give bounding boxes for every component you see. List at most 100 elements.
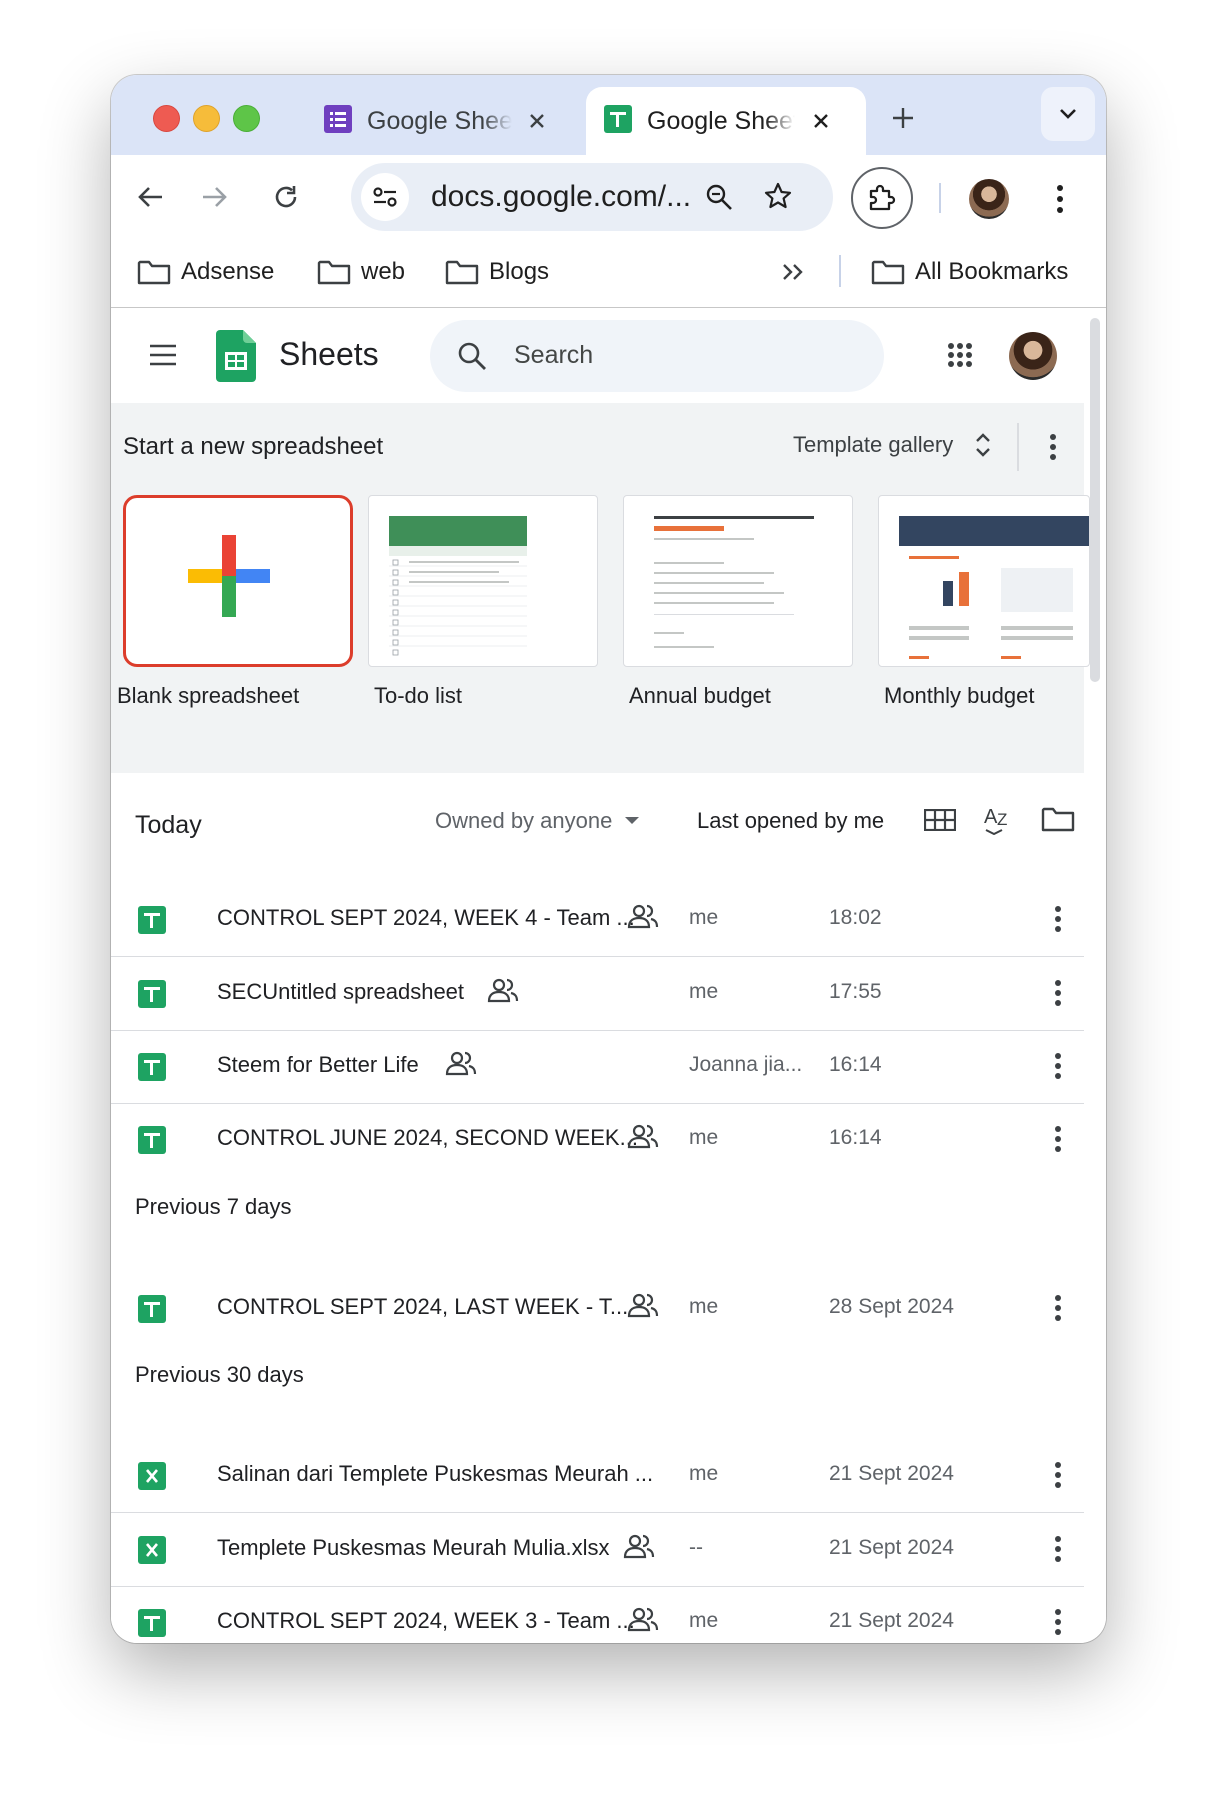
google-sheets-file-icon — [138, 1126, 166, 1154]
close-tab-icon[interactable] — [807, 107, 835, 135]
section-previous-30-days: Previous 30 days — [135, 1362, 304, 1387]
sheets-logo-icon — [214, 330, 258, 382]
file-row[interactable]: CONTROL SEPT 2024, WEEK 3 - Team ... me … — [111, 1586, 1084, 1643]
owned-by-dropdown[interactable]: Owned by anyone — [435, 808, 640, 834]
file-more-icon[interactable] — [1043, 1121, 1073, 1157]
all-bookmarks-button[interactable]: All Bookmarks — [871, 251, 1068, 293]
folder-icon — [871, 260, 905, 285]
file-more-icon[interactable] — [1043, 975, 1073, 1011]
shared-people-icon — [623, 1533, 655, 1564]
tab-search-button[interactable] — [1041, 87, 1095, 141]
file-name: Steem for Better Life — [217, 1052, 419, 1077]
google-sheets-file-icon — [138, 906, 166, 934]
more-bookmarks-chevron-icon[interactable] — [777, 257, 809, 287]
file-name: CONTROL SEPT 2024, WEEK 4 - Team ... — [217, 905, 635, 930]
minimize-window-button[interactable] — [193, 105, 220, 132]
google-apps-icon[interactable] — [943, 338, 977, 372]
template-monthly-budget[interactable] — [878, 495, 1090, 667]
file-name: CONTROL SEPT 2024, LAST WEEK - T... — [217, 1294, 629, 1319]
template-label: Annual budget — [629, 683, 771, 708]
bookmark-folder-web[interactable]: web — [317, 251, 405, 293]
bookmark-label: web — [361, 258, 406, 285]
page-scrollbar[interactable] — [1090, 318, 1100, 682]
file-owner: me — [689, 980, 719, 1003]
file-last-opened: 28 Sept 2024 — [829, 1295, 954, 1318]
bookmark-star-icon[interactable] — [761, 179, 795, 213]
close-tab-icon[interactable] — [524, 107, 551, 135]
zoom-icon[interactable] — [703, 181, 735, 213]
file-more-icon[interactable] — [1043, 901, 1073, 937]
template-gallery-button[interactable]: Template gallery — [793, 431, 993, 459]
excel-file-icon — [138, 1536, 166, 1564]
tab-google-sheets-1[interactable]: Google Sheets — [306, 87, 551, 155]
file-name: SECUntitled spreadsheet — [217, 979, 465, 1004]
file-owner: -- — [689, 1536, 703, 1559]
close-window-button[interactable] — [153, 105, 180, 132]
file-last-opened: 21 Sept 2024 — [829, 1536, 954, 1559]
file-last-opened: 21 Sept 2024 — [829, 1462, 954, 1485]
file-row[interactable]: Steem for Better Life Joanna jia... 16:1… — [111, 1030, 1084, 1104]
template-annual-budget[interactable] — [623, 495, 853, 667]
extensions-button[interactable] — [851, 167, 913, 229]
new-tab-button[interactable] — [886, 101, 920, 135]
file-row[interactable]: CONTROL JUNE 2024, SECOND WEEK... me 16:… — [111, 1103, 1084, 1176]
bookmark-label: Adsense — [181, 258, 275, 285]
shared-people-icon — [627, 1123, 659, 1154]
profile-avatar[interactable] — [969, 179, 1009, 219]
grid-view-icon[interactable] — [923, 805, 957, 835]
section-previous-7-days: Previous 7 days — [135, 1194, 292, 1219]
back-button[interactable] — [133, 179, 169, 215]
shared-people-icon — [627, 1606, 659, 1637]
account-avatar[interactable] — [1009, 332, 1057, 380]
file-more-icon[interactable] — [1043, 1531, 1073, 1567]
file-row[interactable]: CONTROL SEPT 2024, WEEK 4 - Team ... me … — [111, 883, 1084, 957]
file-more-icon[interactable] — [1043, 1457, 1073, 1493]
file-more-icon[interactable] — [1043, 1290, 1073, 1326]
template-section: Start a new spreadsheet Template gallery… — [111, 403, 1090, 773]
site-settings-icon[interactable] — [361, 173, 409, 221]
address-bar[interactable]: docs.google.com/... — [351, 163, 833, 231]
main-menu-icon[interactable] — [147, 340, 179, 370]
template-blank-spreadsheet[interactable] — [123, 495, 353, 667]
section-title: Start a new spreadsheet — [123, 433, 384, 460]
google-sheets-icon — [603, 104, 633, 139]
browser-menu-button[interactable] — [1045, 179, 1075, 219]
file-more-icon[interactable] — [1043, 1048, 1073, 1084]
file-owner: me — [689, 1126, 719, 1149]
file-row[interactable]: Templete Puskesmas Meurah Mulia.xlsx -- … — [111, 1513, 1084, 1587]
open-file-picker-icon[interactable] — [1041, 803, 1075, 835]
file-more-icon[interactable] — [1043, 1604, 1073, 1640]
reload-button[interactable] — [268, 179, 304, 215]
sheets-home-page: Sheets Search Start a new spreadsheet Te… — [111, 308, 1106, 1643]
tab-google-sheets-2[interactable]: Google Sheets — [586, 87, 866, 155]
toolbar-divider — [939, 183, 941, 213]
bookmark-folder-blogs[interactable]: Blogs — [445, 251, 549, 293]
file-last-opened: 18:02 — [829, 906, 882, 929]
file-row[interactable]: SECUntitled spreadsheet me 17:55 — [111, 957, 1084, 1031]
owned-by-label: Owned by anyone — [435, 808, 613, 833]
search-box[interactable]: Search — [430, 320, 884, 392]
folder-icon — [317, 260, 351, 285]
sort-last-opened-button[interactable]: Last opened by me — [697, 808, 884, 834]
maximize-window-button[interactable] — [233, 105, 260, 132]
unfold-icon — [976, 433, 991, 457]
file-owner: me — [689, 1609, 719, 1632]
sort-az-icon[interactable]: AZ — [981, 801, 1017, 837]
file-owner: me — [689, 1462, 719, 1485]
url-text: docs.google.com/... — [431, 180, 692, 213]
shared-people-icon — [445, 1050, 477, 1081]
app-header: Sheets Search — [111, 308, 1081, 403]
forward-button[interactable] — [196, 179, 232, 215]
more-vert-icon — [1057, 185, 1063, 213]
tab-strip: Google Sheets Google Sheets — [111, 75, 1106, 155]
bookmark-folder-adsense[interactable]: Adsense — [137, 251, 274, 293]
caret-down-icon — [625, 817, 640, 824]
file-row[interactable]: CONTROL SEPT 2024, LAST WEEK - T... me 2… — [111, 1272, 1084, 1345]
template-to-do-list[interactable] — [368, 495, 598, 667]
templates-more-icon[interactable] — [1040, 429, 1066, 465]
shared-people-icon — [627, 903, 659, 934]
file-row[interactable]: Salinan dari Templete Puskesmas Meurah .… — [111, 1439, 1084, 1513]
shared-people-icon — [487, 977, 519, 1008]
file-owner: Joanna jia... — [689, 1053, 803, 1076]
file-last-opened: 16:14 — [829, 1053, 882, 1076]
